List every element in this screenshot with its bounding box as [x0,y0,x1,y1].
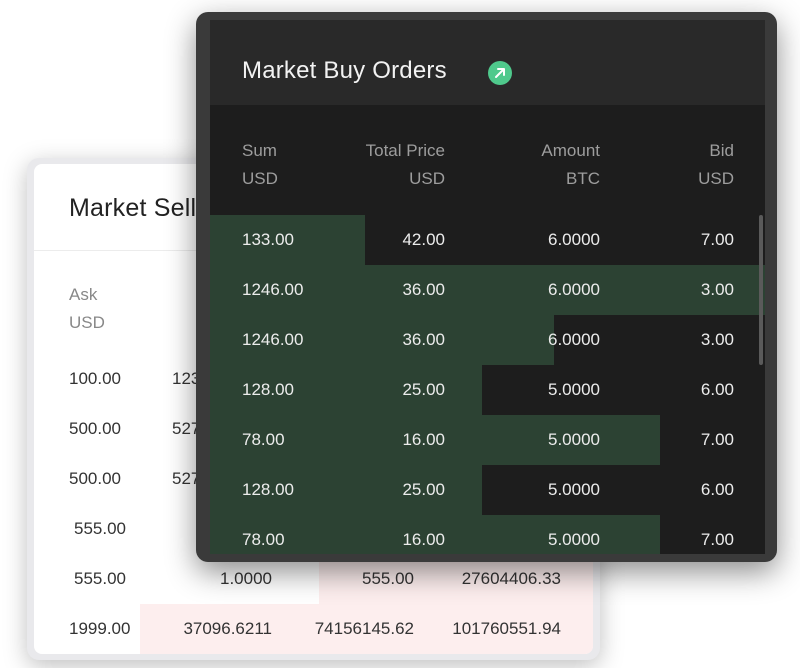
buy-bid-cell: 7.00 [700,230,734,249]
buy-bid-cell: 3.00 [700,280,734,299]
sell-amount-cell: 37096.6211 [183,619,272,638]
buy-sum-cell: 78.00 [242,430,285,449]
buy-total-cell: 25.00 [402,480,445,499]
buy-order-row[interactable]: 78.00 16.00 5.0000 7.00 [210,515,765,554]
sell-order-row[interactable]: 1999.00 37096.6211 74156145.62 101760551… [34,604,593,654]
column-unit-bid: USD [698,169,734,188]
buy-sum-cell: 1246.00 [242,280,304,299]
market-buy-panel: Market Buy Orders Sum USD Total Price US… [196,12,777,562]
buy-amount-cell: 6.0000 [548,330,600,349]
buy-total-cell: 16.00 [402,530,445,549]
sell-sum-cell: 101760551.94 [452,619,561,638]
buy-bid-cell: 6.00 [700,380,734,399]
buy-bid-cell: 3.00 [700,330,734,349]
buy-bid-cell: 6.00 [700,480,734,499]
column-label-bid: Bid [709,141,734,160]
buy-amount-cell: 6.0000 [548,230,600,249]
column-label-sum: Sum [242,141,277,160]
sell-ask-cell: 1999.00 [69,619,131,638]
column-header-ask[interactable]: Ask USD [69,281,105,337]
buy-total-cell: 16.00 [402,430,445,449]
column-header-sum[interactable]: Sum USD [242,137,278,193]
column-unit-ask: USD [69,313,105,332]
buy-list-scrollbar[interactable] [759,215,763,365]
buy-amount-cell: 6.0000 [548,280,600,299]
buy-bid-cell: 7.00 [700,530,734,549]
buy-amount-cell: 5.0000 [548,430,600,449]
buy-sum-cell: 128.00 [242,380,294,399]
trending-up-icon[interactable] [488,61,512,85]
column-label-ask: Ask [69,285,98,304]
column-unit-amount: BTC [566,169,600,188]
buy-order-row[interactable]: 1246.00 36.00 6.0000 3.00 [210,265,765,315]
buy-order-row[interactable]: 128.00 25.00 5.0000 6.00 [210,465,765,515]
buy-order-row[interactable]: 78.00 16.00 5.0000 7.00 [210,415,765,465]
buy-order-row[interactable]: 133.00 42.00 6.0000 7.00 [210,215,765,265]
sell-ask-cell: 500.00 [69,469,121,488]
buy-amount-cell: 5.0000 [548,380,600,399]
buy-order-row[interactable]: 128.00 25.00 5.0000 6.00 [210,365,765,415]
buy-sum-cell: 1246.00 [242,330,304,349]
buy-bid-cell: 7.00 [700,430,734,449]
column-label-amount: Amount [541,141,600,160]
buy-order-row[interactable]: 1246.00 36.00 6.0000 3.00 [210,315,765,365]
sell-ask-cell: 555.00 [74,569,126,588]
buy-sum-cell: 78.00 [242,530,285,549]
market-sell-title: Market Sell [69,194,197,222]
column-unit-total-price: USD [409,169,445,188]
buy-sum-cell: 133.00 [242,230,294,249]
buy-amount-cell: 5.0000 [548,480,600,499]
column-label-total-price: Total Price [365,141,445,160]
market-buy-header: Market Buy Orders [210,20,765,105]
market-buy-title: Market Buy Orders [242,57,447,84]
sell-ask-cell: 500.00 [69,419,121,438]
market-buy-card: Market Buy Orders Sum USD Total Price US… [210,20,765,554]
buy-sum-cell: 128.00 [242,480,294,499]
sell-ask-cell: 100.00 [69,369,121,388]
column-unit-sum: USD [242,169,278,188]
buy-total-cell: 25.00 [402,380,445,399]
sell-total-cell: 74156145.62 [314,619,414,638]
buy-total-cell: 42.00 [402,230,445,249]
buy-total-cell: 36.00 [402,280,445,299]
buy-total-cell: 36.00 [402,330,445,349]
buy-amount-cell: 5.0000 [548,530,600,549]
sell-ask-cell: 555.00 [74,519,126,538]
